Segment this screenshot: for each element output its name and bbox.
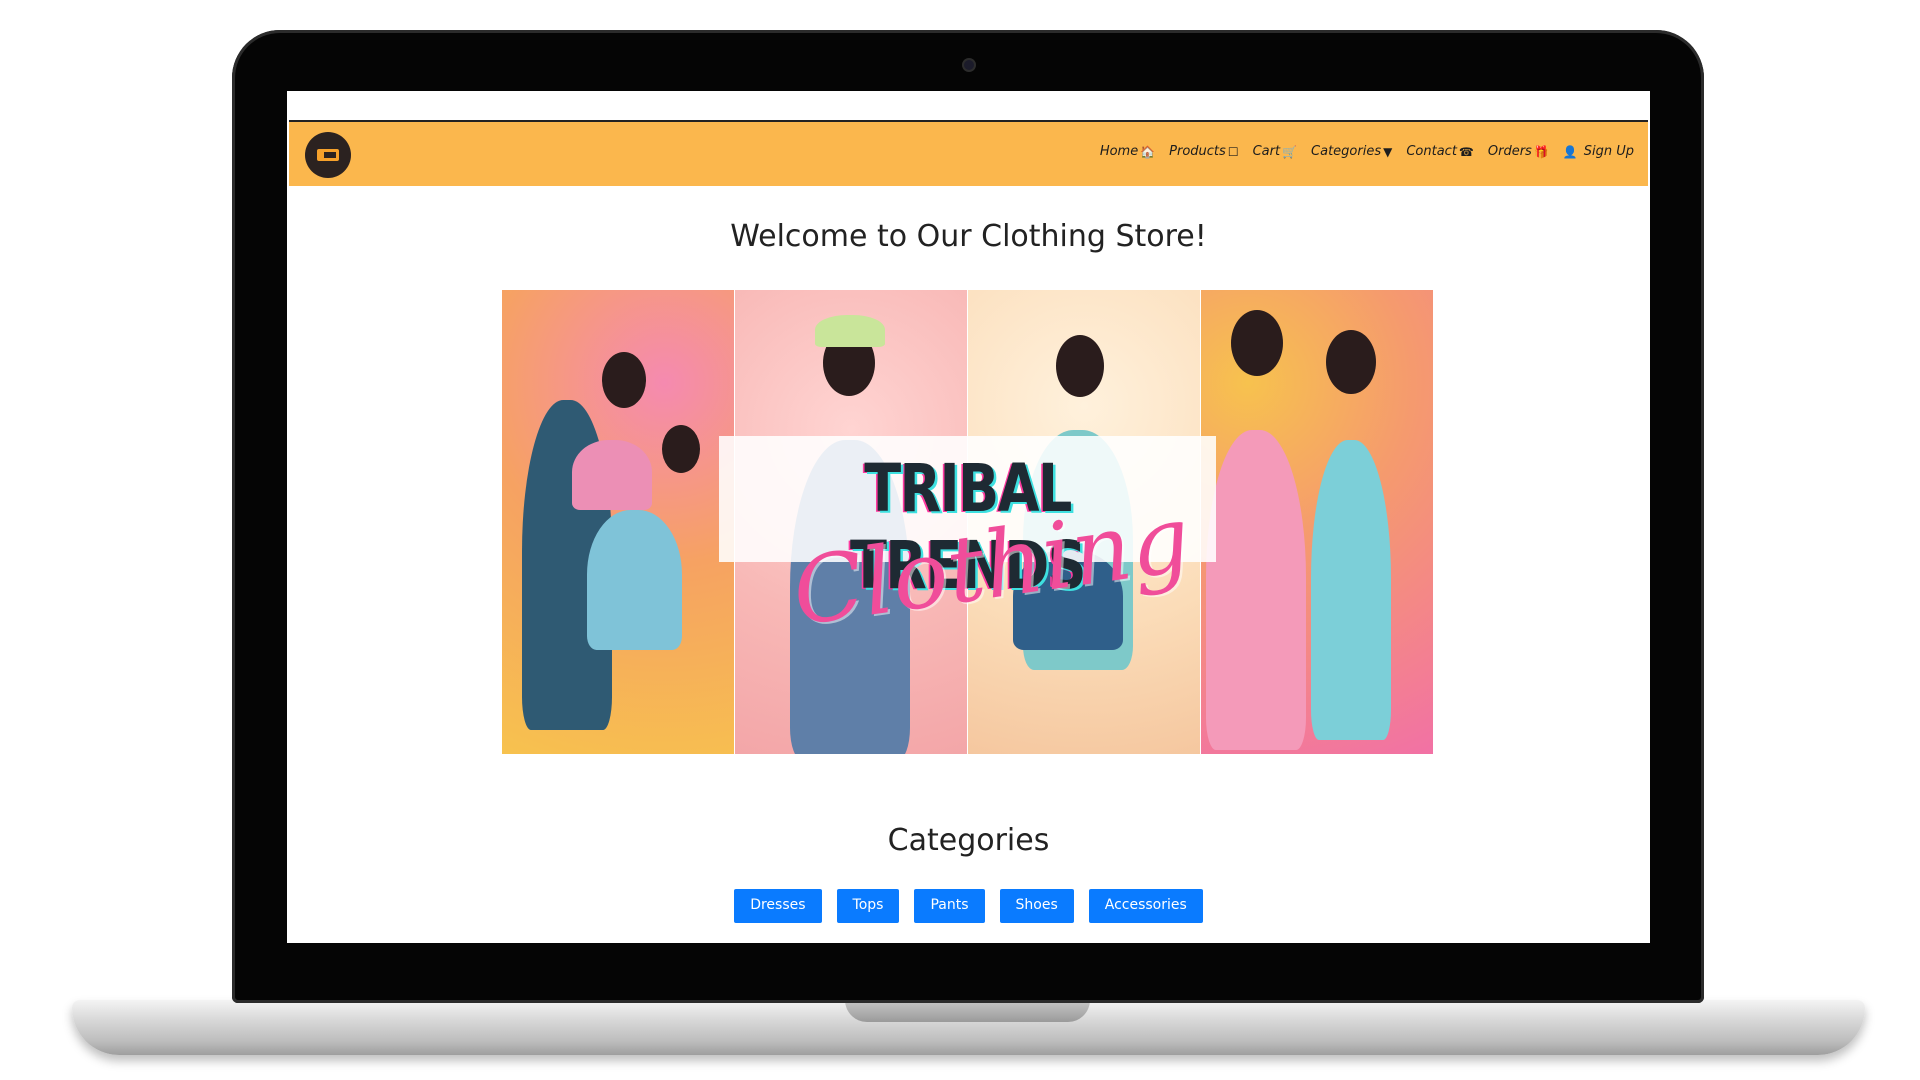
nav-home-label: Home	[1099, 144, 1139, 159]
category-button-tops[interactable]: Tops	[836, 889, 900, 923]
nav-cart[interactable]: Cart 🛒	[1253, 144, 1297, 159]
phone-icon: ☎	[1458, 144, 1474, 159]
category-button-accessories[interactable]: Accessories	[1088, 889, 1203, 923]
nav-products-label: Products	[1169, 144, 1226, 159]
gift-icon: 🎁	[1533, 144, 1549, 159]
model-figure	[587, 510, 682, 650]
cart-icon: 🛒	[1282, 144, 1298, 159]
nav-home[interactable]: Home 🏠	[1100, 144, 1155, 159]
nav-contact[interactable]: Contact ☎	[1406, 144, 1474, 159]
user-icon: 👤	[1562, 144, 1578, 159]
nav-products[interactable]: Products ☐	[1169, 144, 1238, 159]
category-buttons: Dresses Tops Pants Shoes Accessories	[287, 889, 1650, 923]
browser-screen: Home 🏠 Products ☐ Cart 🛒 Categories ▼ Co…	[287, 91, 1650, 943]
nav-categories-label: Categories	[1311, 144, 1382, 159]
model-top	[572, 440, 652, 510]
model-head	[1056, 335, 1104, 397]
welcome-heading: Welcome to Our Clothing Store!	[730, 219, 1207, 254]
categories-heading: Categories	[887, 823, 1050, 858]
store-logo[interactable]	[305, 132, 351, 178]
laptop-notch	[845, 1000, 1090, 1022]
nav-orders-label: Orders	[1487, 144, 1532, 159]
nav-cart-label: Cart	[1252, 144, 1281, 159]
home-icon: 🏠	[1140, 144, 1156, 159]
camera-icon	[964, 60, 974, 70]
category-button-shoes[interactable]: Shoes	[999, 889, 1074, 923]
model-head	[1231, 310, 1283, 376]
navbar: Home 🏠 Products ☐ Cart 🛒 Categories ▼ Co…	[289, 122, 1648, 186]
hero-photo-1	[502, 290, 735, 754]
nav-contact-label: Contact	[1406, 144, 1457, 159]
model-head	[1326, 330, 1376, 394]
nav-sign-up-label: Sign Up	[1583, 144, 1634, 159]
nav-categories[interactable]: Categories ▼	[1311, 144, 1392, 159]
model-figure	[1311, 440, 1391, 740]
hero-banner: TRIBAL TRENDS Clothing	[502, 290, 1433, 754]
nav-orders[interactable]: Orders 🎁	[1488, 144, 1549, 159]
nav-links: Home 🏠 Products ☐ Cart 🛒 Categories ▼ Co…	[1100, 144, 1634, 159]
hero-photo-4	[1201, 290, 1433, 754]
category-button-pants[interactable]: Pants	[914, 889, 985, 923]
bag-icon: ☐	[1227, 144, 1239, 159]
category-button-dresses[interactable]: Dresses	[734, 889, 822, 923]
bucket-hat	[815, 315, 885, 347]
logo-mark-icon	[317, 149, 339, 161]
model-head	[662, 425, 700, 473]
model-figure	[1206, 430, 1306, 750]
caret-down-icon: ▼	[1383, 144, 1393, 159]
model-head	[602, 352, 646, 408]
nav-sign-up[interactable]: 👤 Sign Up	[1563, 144, 1634, 159]
